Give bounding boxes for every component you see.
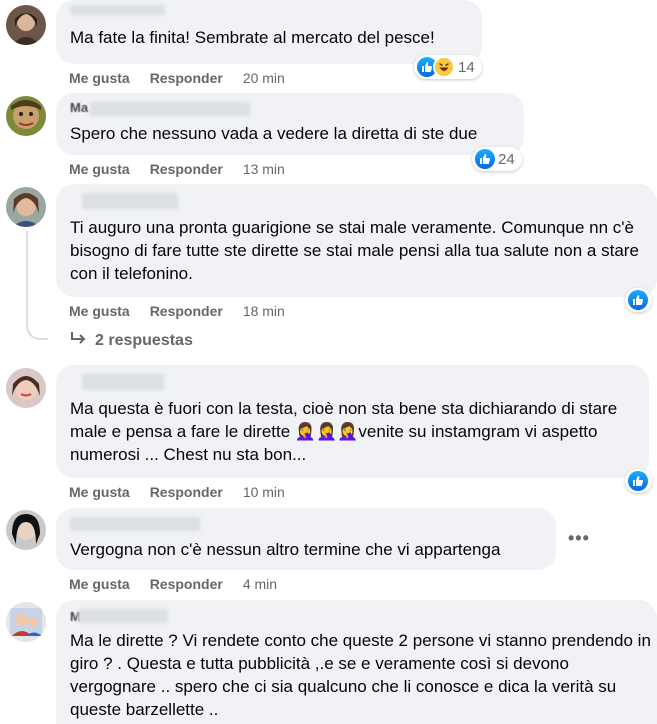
like-button[interactable]: Me gusta bbox=[69, 576, 130, 592]
comment-actions: Me gusta Responder 18 min bbox=[69, 303, 285, 319]
author-name[interactable]: Ma bbox=[70, 100, 88, 115]
comment-text: Ma le dirette ? Vi rendete conto che que… bbox=[70, 631, 651, 719]
author-name-redacted[interactable] bbox=[82, 374, 164, 390]
reaction-summary[interactable] bbox=[625, 288, 652, 312]
comment-actions: Me gusta Responder 13 min bbox=[69, 161, 285, 177]
view-replies-link[interactable]: 2 respuestas bbox=[69, 331, 193, 350]
replies-count: 2 respuestas bbox=[95, 331, 193, 349]
reply-button[interactable]: Responder bbox=[150, 161, 223, 177]
avatar[interactable] bbox=[6, 187, 46, 227]
haha-icon bbox=[433, 56, 455, 78]
comment-bubble: Ti auguro una pronta guarigione se stai … bbox=[56, 184, 657, 297]
author-name-redacted bbox=[90, 102, 250, 116]
comment-text: Vergogna non c'è nessun altro termine ch… bbox=[70, 540, 501, 559]
thread-elbow bbox=[26, 318, 48, 340]
comment-actions: Me gusta Responder 10 min bbox=[69, 484, 285, 500]
thread-line bbox=[26, 231, 28, 319]
reply-button[interactable]: Responder bbox=[150, 303, 223, 319]
avatar[interactable] bbox=[6, 5, 46, 45]
like-button[interactable]: Me gusta bbox=[69, 70, 130, 86]
reply-button[interactable]: Responder bbox=[150, 576, 223, 592]
reaction-count: 24 bbox=[498, 150, 515, 168]
comment-bubble: Vergogna non c'è nessun altro termine ch… bbox=[56, 508, 556, 570]
reaction-summary[interactable]: 14 bbox=[414, 55, 482, 79]
author-name-redacted[interactable] bbox=[82, 193, 178, 209]
like-icon bbox=[628, 290, 648, 310]
like-button[interactable]: Me gusta bbox=[69, 303, 130, 319]
comment-actions: Me gusta Responder 4 min bbox=[69, 576, 277, 592]
avatar[interactable] bbox=[6, 602, 46, 642]
author-name-redacted bbox=[78, 609, 168, 623]
reply-button[interactable]: Responder bbox=[150, 70, 223, 86]
timestamp[interactable]: 18 min bbox=[243, 303, 285, 319]
comment-actions: Me gusta Responder 20 min bbox=[69, 70, 285, 86]
like-icon bbox=[475, 149, 495, 169]
comment-text: Ti auguro una pronta guarigione se stai … bbox=[70, 218, 639, 283]
timestamp[interactable]: 13 min bbox=[243, 161, 285, 177]
comment-bubble: M Ma le dirette ? Vi rendete conto che q… bbox=[56, 600, 657, 724]
comment-bubble: Ma Spero che nessuno vada a vedere la di… bbox=[56, 93, 524, 155]
reply-button[interactable]: Responder bbox=[150, 484, 223, 500]
avatar[interactable] bbox=[6, 510, 46, 550]
like-icon bbox=[628, 471, 648, 491]
comment-text: Ma fate la finita! Sembrate al mercato d… bbox=[70, 28, 435, 47]
more-options-button[interactable]: ••• bbox=[568, 529, 592, 551]
comment-text: Spero che nessuno vada a vedere la diret… bbox=[70, 124, 478, 143]
author-name-redacted[interactable] bbox=[70, 5, 165, 15]
like-button[interactable]: Me gusta bbox=[69, 161, 130, 177]
comment-text: Ma questa è fuori con la testa, cioè non… bbox=[70, 399, 618, 464]
timestamp[interactable]: 4 min bbox=[243, 576, 277, 592]
comment-bubble: Ma fate la finita! Sembrate al mercato d… bbox=[56, 0, 482, 64]
timestamp[interactable]: 20 min bbox=[243, 70, 285, 86]
timestamp[interactable]: 10 min bbox=[243, 484, 285, 500]
reply-arrow-icon bbox=[69, 331, 87, 350]
reaction-summary[interactable] bbox=[625, 469, 652, 493]
reaction-summary[interactable]: 24 bbox=[472, 147, 522, 171]
author-name-redacted[interactable] bbox=[70, 517, 200, 531]
avatar[interactable] bbox=[6, 96, 46, 136]
comment-bubble: Ma questa è fuori con la testa, cioè non… bbox=[56, 365, 649, 478]
avatar[interactable] bbox=[6, 368, 46, 408]
like-button[interactable]: Me gusta bbox=[69, 484, 130, 500]
reaction-count: 14 bbox=[458, 58, 475, 76]
